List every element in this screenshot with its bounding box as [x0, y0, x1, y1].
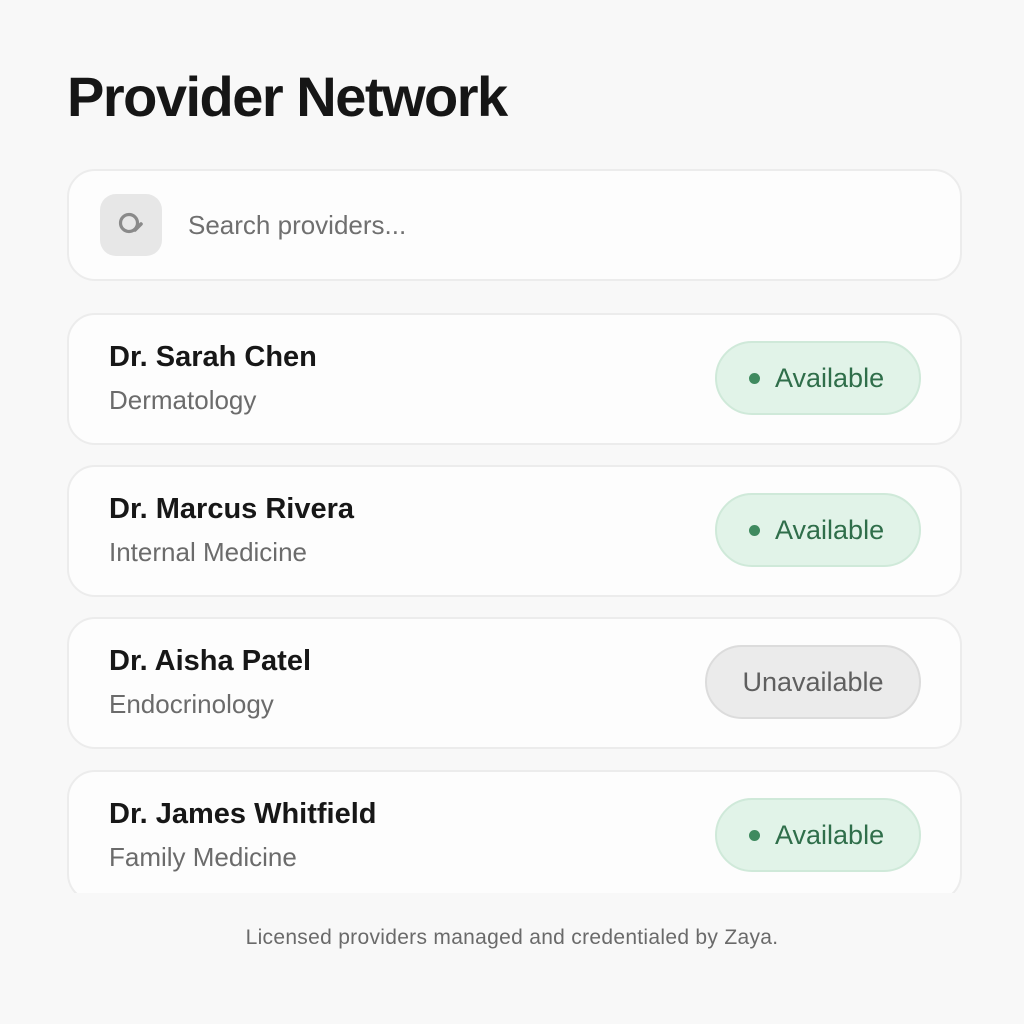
page-title: Provider Network [67, 65, 508, 128]
status-label: Unavailable [742, 666, 884, 697]
provider-card[interactable]: Dr. Sarah Chen Dermatology Available [67, 313, 962, 445]
provider-card[interactable]: Dr. Aisha Patel Endocrinology Unavailabl… [67, 617, 962, 749]
footer-note: Licensed providers managed and credentia… [245, 926, 779, 949]
status-badge: Available [715, 798, 921, 872]
status-dot-icon [749, 524, 760, 536]
provider-name: Dr. Marcus Rivera [109, 493, 355, 525]
status-dot-icon [749, 372, 760, 384]
search-icon [100, 194, 162, 256]
provider-specialty: Dermatology [109, 385, 257, 415]
provider-list: Dr. Sarah Chen Dermatology Available Dr.… [60, 305, 970, 893]
status-label: Available [775, 819, 885, 850]
provider-name: Dr. Sarah Chen [109, 341, 317, 373]
status-badge: Unavailable [705, 645, 921, 719]
provider-specialty: Internal Medicine [109, 537, 307, 567]
provider-card[interactable]: Dr. James Whitfield Family Medicine Avai… [67, 770, 962, 893]
status-badge: Available [715, 493, 921, 567]
provider-card[interactable]: Dr. Marcus Rivera Internal Medicine Avai… [67, 465, 962, 597]
provider-network-page: Provider Network Dr. Sarah Chen Dermatol… [0, 0, 1024, 1024]
status-dot-icon [749, 829, 760, 841]
search-bar[interactable] [67, 169, 962, 281]
provider-name: Dr. Aisha Patel [109, 645, 312, 677]
search-input[interactable] [186, 199, 890, 251]
status-badge: Available [715, 341, 921, 415]
provider-name: Dr. James Whitfield [109, 798, 377, 830]
status-label: Available [775, 514, 885, 545]
provider-specialty: Endocrinology [109, 689, 274, 719]
status-label: Available [775, 362, 885, 393]
provider-specialty: Family Medicine [109, 842, 297, 872]
